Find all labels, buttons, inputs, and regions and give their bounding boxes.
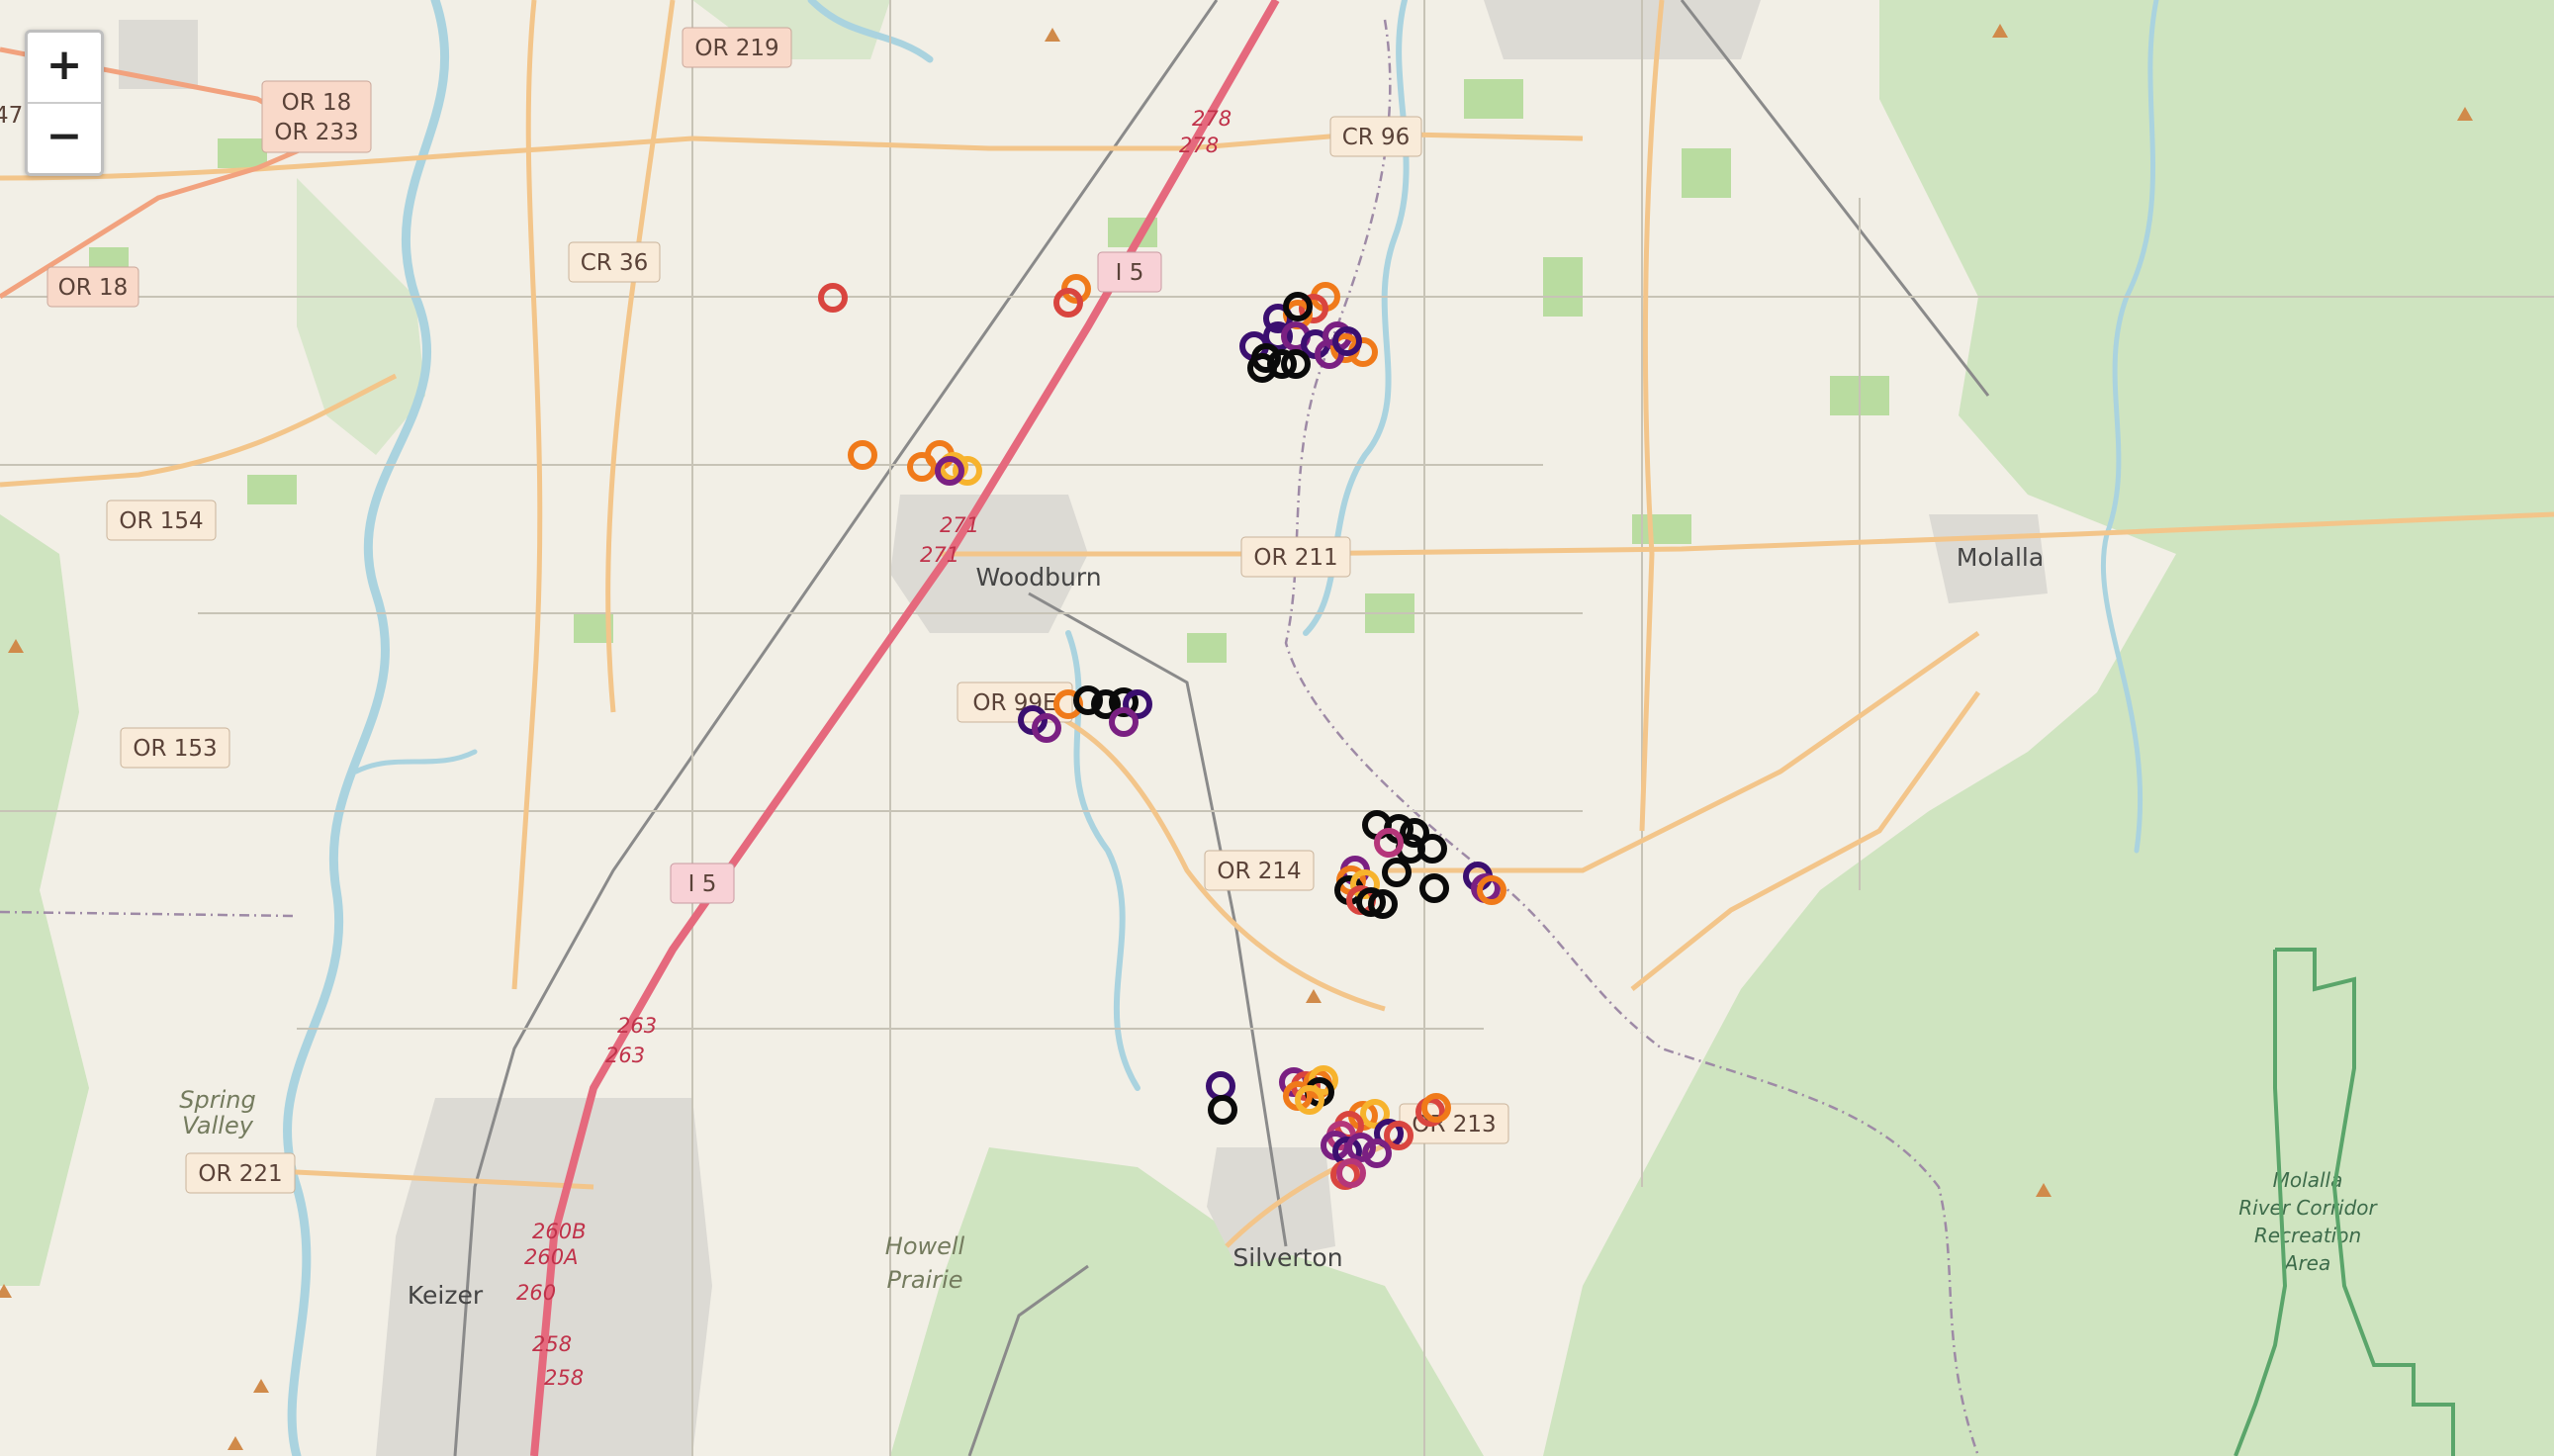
svg-text:Area: Area bbox=[2283, 1251, 2330, 1275]
zoom-in-button[interactable]: + bbox=[28, 33, 101, 104]
shield-or219: OR 219 bbox=[682, 27, 792, 68]
svg-text:CR 36: CR 36 bbox=[581, 250, 649, 276]
label-keizer: Keizer bbox=[408, 1281, 484, 1310]
svg-text:263: 263 bbox=[605, 1044, 645, 1067]
shield-or221: OR 221 bbox=[185, 1152, 296, 1194]
map-marker[interactable] bbox=[1419, 873, 1449, 903]
svg-text:258: 258 bbox=[544, 1366, 584, 1390]
map-marker[interactable] bbox=[848, 440, 877, 470]
shield-i5-north: I 5 bbox=[1097, 251, 1162, 293]
svg-text:271: 271 bbox=[920, 543, 959, 567]
svg-text:OR 219: OR 219 bbox=[694, 36, 778, 61]
shield-or211: OR 211 bbox=[1240, 536, 1351, 578]
svg-text:271: 271 bbox=[940, 513, 979, 537]
svg-text:River Corridor: River Corridor bbox=[2238, 1196, 2378, 1220]
map-view[interactable]: OR 219 OR 18 OR 233 OR 18 CR 36 I 5 CR 96… bbox=[0, 0, 2554, 1456]
svg-text:OR 221: OR 221 bbox=[198, 1161, 282, 1187]
svg-text:Recreation: Recreation bbox=[2254, 1224, 2361, 1247]
shield-cr96: CR 96 bbox=[1329, 116, 1422, 157]
svg-text:260: 260 bbox=[516, 1281, 556, 1305]
road-shields: OR 219 OR 18 OR 233 OR 18 CR 36 I 5 CR 96… bbox=[46, 27, 1509, 1194]
svg-text:Valley: Valley bbox=[182, 1112, 254, 1139]
shield-or153: OR 153 bbox=[120, 727, 230, 769]
svg-text:260B: 260B bbox=[532, 1220, 587, 1243]
map-marker[interactable] bbox=[1208, 1095, 1237, 1125]
label-molalla: Molalla bbox=[1957, 543, 2044, 572]
data-markers[interactable] bbox=[818, 274, 1506, 1190]
svg-text:278: 278 bbox=[1192, 107, 1231, 131]
svg-text:OR 233: OR 233 bbox=[274, 120, 358, 145]
svg-text:OR 18: OR 18 bbox=[58, 275, 129, 301]
shield-or214: OR 214 bbox=[1204, 850, 1315, 891]
shield-or154: OR 154 bbox=[106, 500, 217, 541]
label-woodburn: Woodburn bbox=[975, 563, 1101, 592]
svg-text:OR 154: OR 154 bbox=[119, 508, 203, 534]
label-spring-valley: Spring bbox=[179, 1086, 255, 1114]
label-silverton: Silverton bbox=[1232, 1243, 1342, 1272]
zoom-out-button[interactable]: − bbox=[28, 104, 101, 173]
svg-text:OR 153: OR 153 bbox=[133, 736, 217, 762]
svg-text:258: 258 bbox=[532, 1332, 572, 1356]
svg-text:263: 263 bbox=[617, 1014, 657, 1038]
svg-text:CR 96: CR 96 bbox=[1342, 125, 1411, 150]
shield-or18: OR 18 bbox=[46, 266, 139, 308]
map-marker[interactable] bbox=[907, 452, 937, 482]
shield-cr36: CR 36 bbox=[568, 241, 661, 283]
label-molalla-river-corridor: Molalla bbox=[2273, 1168, 2343, 1192]
map-canvas[interactable]: OR 219 OR 18 OR 233 OR 18 CR 36 I 5 CR 96… bbox=[0, 0, 2554, 1456]
svg-text:278: 278 bbox=[1179, 134, 1219, 157]
zoom-control: + − bbox=[25, 30, 104, 176]
svg-text:I 5: I 5 bbox=[1116, 260, 1144, 286]
edge-shield-fragment: 47 bbox=[0, 103, 23, 129]
svg-text:OR 18: OR 18 bbox=[282, 90, 352, 116]
shield-i5-south: I 5 bbox=[670, 863, 735, 904]
svg-text:260A: 260A bbox=[524, 1245, 578, 1269]
svg-text:OR 214: OR 214 bbox=[1217, 859, 1301, 884]
svg-text:Prairie: Prairie bbox=[886, 1266, 962, 1294]
shield-or18-or233: OR 18 OR 233 bbox=[261, 80, 372, 153]
label-howell-prairie: Howell bbox=[885, 1232, 965, 1260]
svg-text:I 5: I 5 bbox=[688, 871, 717, 897]
map-marker[interactable] bbox=[1206, 1071, 1235, 1101]
svg-text:OR 211: OR 211 bbox=[1253, 545, 1337, 571]
